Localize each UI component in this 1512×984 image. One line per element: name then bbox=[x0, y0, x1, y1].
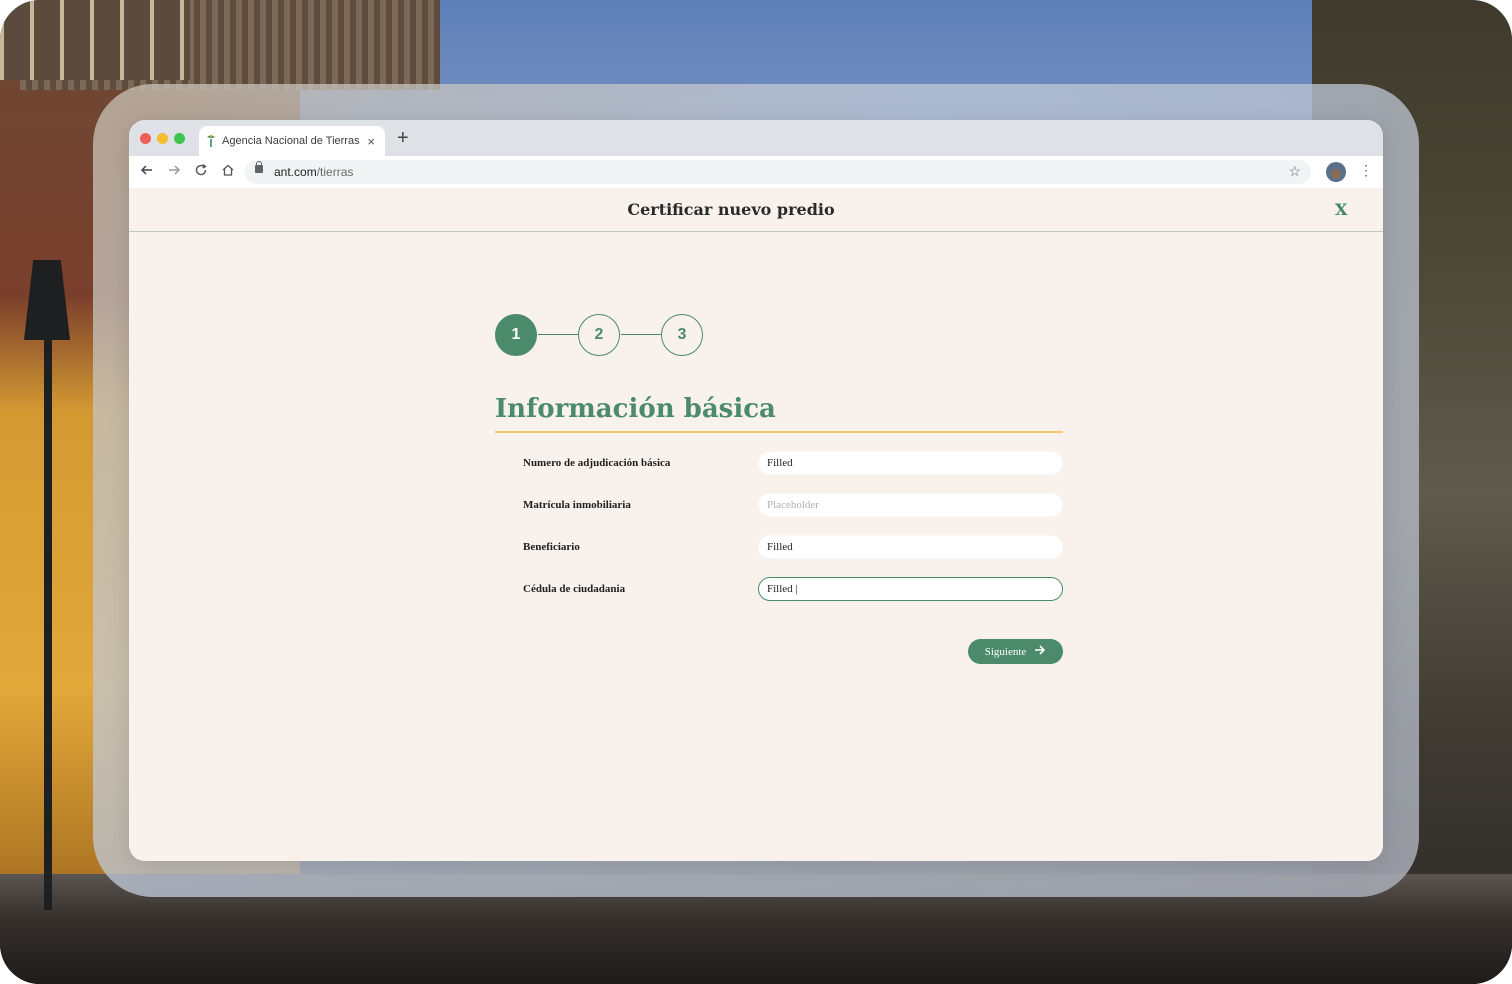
new-tab-button[interactable]: + bbox=[397, 128, 409, 148]
reload-icon[interactable] bbox=[194, 163, 208, 181]
lock-icon bbox=[255, 161, 263, 173]
stepper-connector bbox=[538, 334, 578, 335]
browser-tab[interactable]: Agencia Nacional de Tierras × bbox=[199, 126, 385, 156]
background-roof-edge bbox=[0, 0, 190, 80]
street-lamp-post bbox=[44, 270, 52, 910]
adjudication-number-input[interactable] bbox=[758, 451, 1063, 475]
browser-toolbar: ant.com/tierras ☆ ⋮ bbox=[129, 156, 1383, 188]
back-arrow-icon[interactable] bbox=[140, 163, 154, 181]
window-close-button[interactable] bbox=[140, 133, 151, 144]
beneficiary-label: Beneficiario bbox=[523, 541, 580, 553]
ant-favicon-icon bbox=[207, 134, 215, 147]
page-header: Certificar nuevo predio X bbox=[129, 188, 1383, 232]
citizen-id-input[interactable] bbox=[758, 577, 1063, 601]
window-minimize-button[interactable] bbox=[157, 133, 168, 144]
close-button[interactable]: X bbox=[1335, 200, 1347, 219]
address-bar[interactable]: ant.com/tierras ☆ bbox=[245, 160, 1311, 184]
window-maximize-button[interactable] bbox=[174, 133, 185, 144]
progress-stepper: 1 2 3 bbox=[495, 314, 705, 358]
browser-menu-icon[interactable]: ⋮ bbox=[1359, 162, 1373, 179]
step-1[interactable]: 1 bbox=[495, 314, 537, 356]
property-registration-label: Matrícula inmobiliaria bbox=[523, 499, 631, 511]
tab-title: Agencia Nacional de Tierras bbox=[222, 135, 360, 147]
property-registration-input[interactable] bbox=[758, 493, 1063, 517]
url-text: ant.com/tierras bbox=[274, 165, 354, 179]
section-title: Información básica bbox=[495, 394, 776, 424]
browser-window: Agencia Nacional de Tierras × + ant.com/… bbox=[129, 120, 1383, 861]
page-title: Certificar nuevo predio bbox=[627, 200, 835, 219]
section-divider bbox=[495, 431, 1063, 433]
arrow-right-icon bbox=[1034, 644, 1046, 660]
tab-strip: Agencia Nacional de Tierras × + bbox=[129, 120, 1383, 156]
favicon-icon bbox=[206, 134, 216, 148]
step-3[interactable]: 3 bbox=[661, 314, 703, 356]
bookmark-star-icon[interactable]: ☆ bbox=[1288, 163, 1301, 180]
stepper-connector bbox=[621, 334, 661, 335]
home-icon[interactable] bbox=[221, 163, 235, 181]
page-content: Certificar nuevo predio X 1 2 3 Informac… bbox=[129, 188, 1383, 861]
beneficiary-input[interactable] bbox=[758, 535, 1063, 559]
adjudication-number-label: Numero de adjudicación básica bbox=[523, 457, 671, 469]
step-2[interactable]: 2 bbox=[578, 314, 620, 356]
next-button-label: Siguiente bbox=[984, 645, 1027, 658]
citizen-id-label: Cédula de ciudadania bbox=[523, 583, 626, 595]
tab-close-icon[interactable]: × bbox=[367, 134, 375, 149]
next-button[interactable]: Siguiente bbox=[968, 639, 1063, 664]
profile-avatar[interactable] bbox=[1326, 162, 1346, 182]
forward-arrow-icon[interactable] bbox=[167, 163, 181, 181]
